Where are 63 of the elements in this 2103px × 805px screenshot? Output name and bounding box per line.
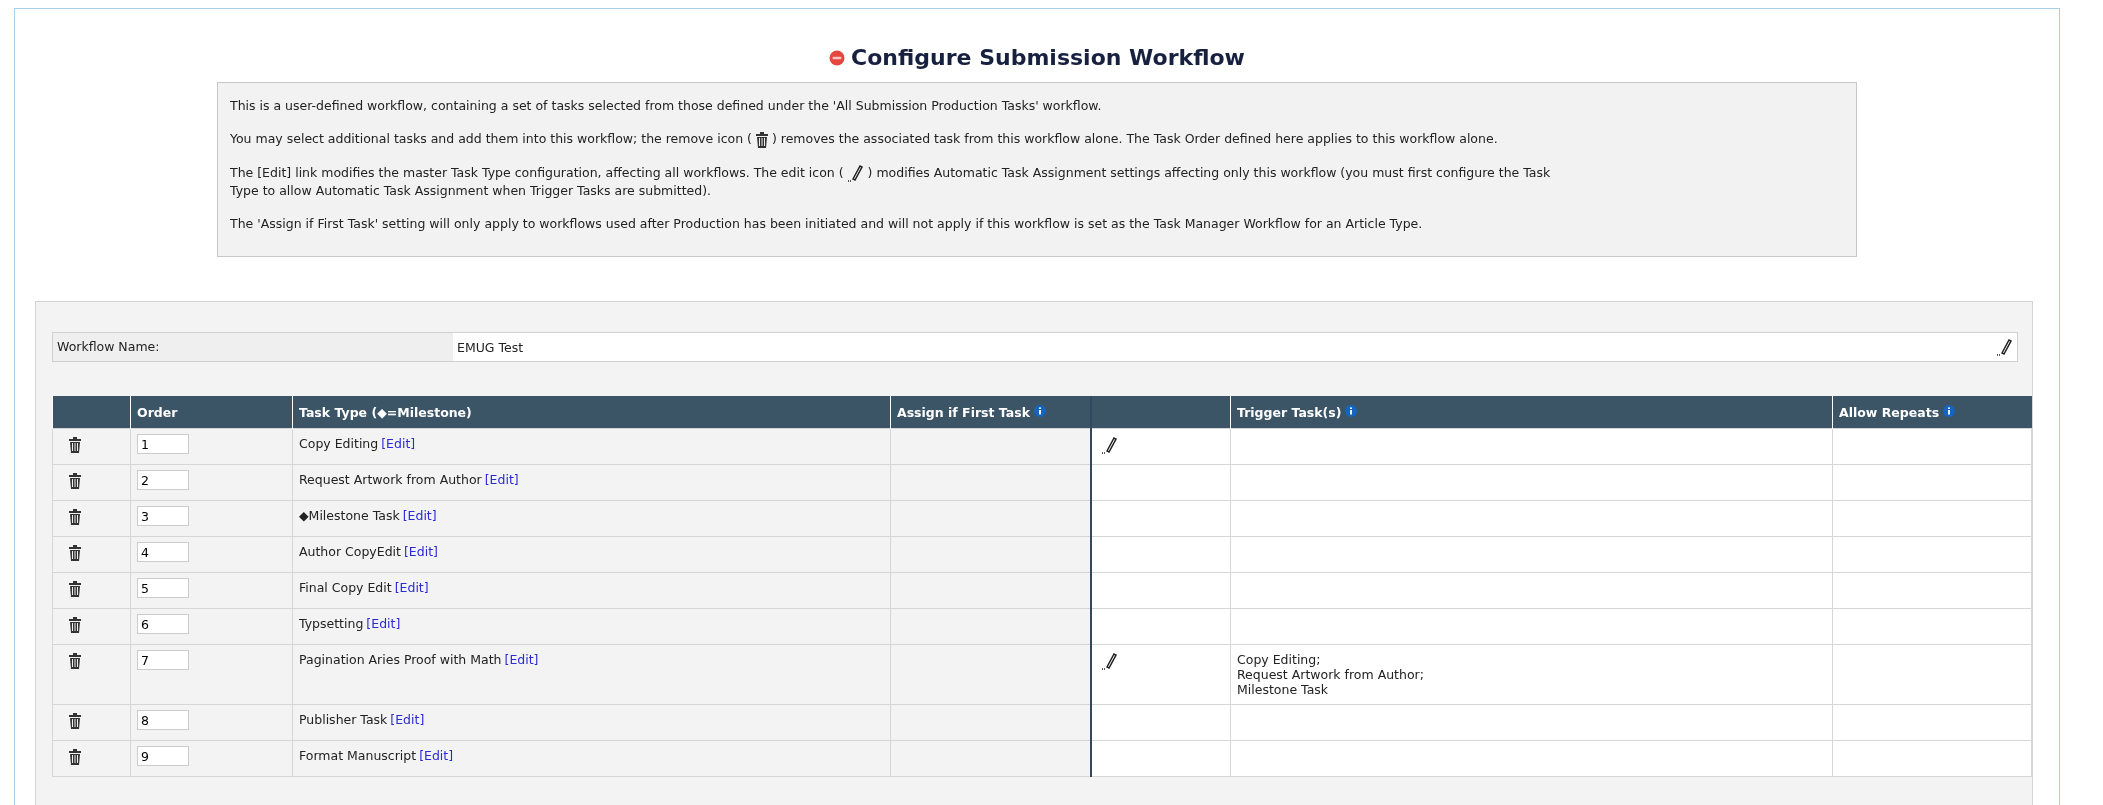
edit-link[interactable]: [Edit] (504, 652, 539, 667)
order-input[interactable]: 1 (137, 434, 189, 454)
task-name: Format Manuscript (299, 748, 417, 763)
edit-link[interactable]: [Edit] (404, 544, 438, 559)
trash-icon[interactable] (68, 748, 82, 765)
trash-icon (754, 131, 769, 148)
trash-icon[interactable] (68, 616, 82, 633)
trigger-task: Milestone Task (1237, 682, 1330, 697)
task-name: ◆Milestone Task (299, 508, 400, 523)
order-input[interactable]: 5 (137, 578, 189, 598)
task-name: Author CopyEdit (299, 544, 401, 559)
order-input[interactable]: 3 (137, 506, 189, 526)
edit-link[interactable]: [Edit] (366, 616, 401, 631)
info-text: The 'Assign if First Task' setting will only apply to workflows used after Production has been initiated and will not apply if this workflow is set as the Task Manager Workflow for an Article Type. (230, 216, 1423, 231)
info-text: ) removes the associated task from this workflow alone. The Task Order defined here applies to this workflow alone. (771, 131, 1498, 146)
order-input[interactable]: 7 (137, 650, 189, 670)
column-header: Order (137, 404, 178, 420)
edit-link[interactable]: [Edit] (381, 436, 416, 451)
task-name: Pagination Aries Proof with Math (299, 652, 502, 667)
task-name: Publisher Task (299, 712, 388, 727)
trigger-task: Request Artwork from Author; (1237, 667, 1425, 682)
field-label: Workflow Name: (53, 333, 453, 361)
column-header: Task Type (◆=Milestone) (299, 404, 472, 420)
task-name: Request Artwork from Author (299, 472, 482, 487)
info-icon[interactable] (1034, 404, 1046, 417)
trash-icon[interactable] (68, 472, 82, 489)
trash-icon[interactable] (68, 652, 82, 669)
task-name: Copy Editing (299, 436, 379, 451)
edit-link[interactable]: [Edit] (484, 472, 519, 487)
column-header: Assign if First Task (897, 404, 1030, 420)
logo-icon (829, 49, 846, 66)
task-name: Final Copy Edit (299, 580, 392, 595)
pencil-icon[interactable] (1996, 338, 2014, 356)
trash-icon[interactable] (68, 712, 82, 729)
trash-icon[interactable] (68, 436, 82, 453)
edit-link[interactable]: [Edit] (390, 712, 425, 727)
info-icon[interactable] (1345, 404, 1358, 417)
task-name: Typsetting (299, 616, 364, 631)
trigger-task: Copy Editing; (1237, 652, 1322, 667)
info-text: You may select additional tasks and add them into this workflow; the remove icon ( (230, 131, 752, 146)
trash-icon[interactable] (68, 544, 82, 561)
trash-icon[interactable] (68, 508, 82, 525)
order-input[interactable]: 2 (137, 470, 189, 490)
edit-link[interactable]: [Edit] (402, 508, 437, 523)
order-input[interactable]: 9 (137, 746, 189, 766)
info-text: This is a user-defined workflow, containing a set of tasks selected from those defined under the 'All Submission Production Tasks' workflow. (230, 98, 1102, 113)
order-input[interactable]: 4 (137, 542, 189, 562)
pencil-icon[interactable] (1100, 652, 1119, 670)
column-header: Allow Repeats (1839, 404, 1940, 420)
info-text: ) modifies Automatic Task Assignment settings affecting only this workflow (you must first configure the Task (867, 164, 1551, 180)
pencil-icon[interactable] (1100, 436, 1119, 454)
page-title: Configure Submission Workflow (851, 45, 1245, 70)
order-input[interactable]: 6 (137, 614, 189, 634)
column-header: Trigger Task(s) (1237, 404, 1342, 420)
edit-link[interactable]: [Edit] (419, 748, 454, 763)
info-text: Type to allow Automatic Task Assignment when Trigger Tasks are submitted). (230, 182, 713, 199)
info-text: The [Edit] link modifies the master Task Type configuration, affecting all workflows. The edit icon ( (230, 164, 844, 180)
trash-icon[interactable] (68, 580, 82, 597)
workflow-name-value: EMUG Test (457, 339, 524, 355)
pencil-icon (846, 164, 865, 182)
edit-link[interactable]: [Edit] (394, 580, 429, 595)
order-input[interactable]: 8 (137, 710, 189, 730)
info-icon[interactable] (1943, 404, 1956, 417)
